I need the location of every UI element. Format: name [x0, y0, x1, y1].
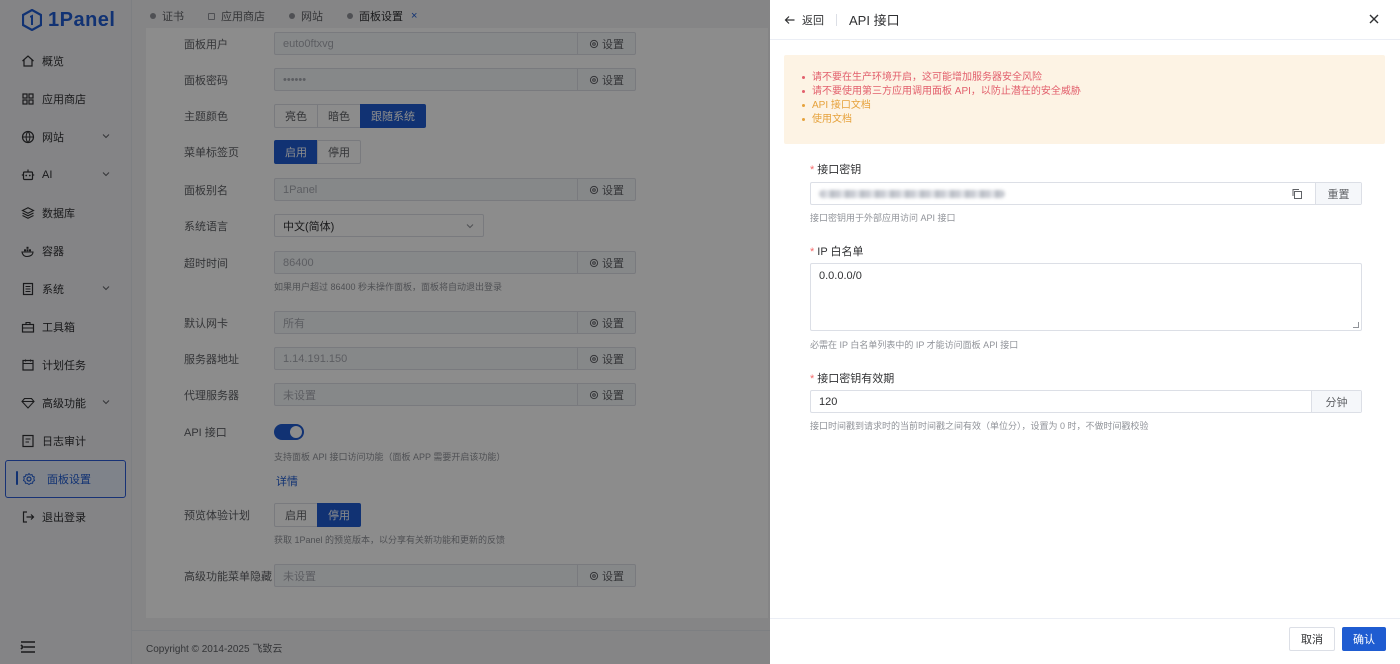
warning-alert: 请不要在生产环境开启，这可能增加服务器安全风险 请不要使用第三方应用调用面板 A… [784, 55, 1385, 144]
alert-item: 请不要在生产环境开启，这可能增加服务器安全风险 [802, 71, 1385, 85]
ip-whitelist-textarea[interactable]: 0.0.0.0/0 [810, 263, 1362, 331]
api-key-value-blurred [819, 189, 1005, 198]
drawer-footer: 取消 确认 [770, 618, 1400, 664]
drawer-title: API 接口 [849, 13, 900, 28]
validity-unit: 分钟 [1311, 391, 1361, 412]
label-text: 接口密钥有效期 [817, 373, 895, 385]
validity-hint: 接口时间戳到请求时的当前时间戳之间有效（单位分），设置为 0 时，不做时间戳校验 [810, 421, 1149, 431]
back-label: 返回 [802, 14, 824, 27]
confirm-button[interactable]: 确认 [1342, 627, 1386, 651]
resize-handle-icon[interactable] [1353, 322, 1359, 328]
api-key-label: * 接口密钥 [810, 161, 861, 177]
required-mark: * [810, 246, 815, 258]
modal-overlay[interactable] [0, 0, 770, 664]
reset-key-button[interactable]: 重置 [1315, 183, 1361, 204]
validity-label: * 接口密钥有效期 [810, 370, 894, 386]
required-mark: * [810, 373, 815, 385]
api-doc-link[interactable]: API 接口文档 [802, 99, 1385, 113]
arrow-left-icon [784, 15, 795, 24]
back-button[interactable]: 返回 [784, 12, 824, 28]
drawer-header: 返回 API 接口 [770, 0, 1400, 40]
copy-icon[interactable] [1291, 188, 1303, 200]
label-text: 接口密钥 [817, 164, 862, 176]
required-mark: * [810, 164, 815, 176]
close-icon[interactable] [1368, 13, 1380, 25]
api-drawer: 返回 API 接口 请不要在生产环境开启，这可能增加服务器安全风险 请不要使用第… [770, 0, 1400, 664]
header-divider [836, 13, 837, 26]
validity-value: 120 [819, 395, 838, 408]
textarea-value: 0.0.0.0/0 [819, 270, 862, 282]
usage-doc-link[interactable]: 使用文档 [802, 113, 1385, 127]
label-text: IP 白名单 [817, 246, 864, 258]
api-key-field[interactable]: 重置 [810, 182, 1362, 205]
validity-input[interactable]: 120 分钟 [810, 390, 1362, 413]
cancel-button[interactable]: 取消 [1289, 627, 1335, 651]
ip-whitelist-label: * IP 白名单 [810, 243, 864, 259]
api-key-hint: 接口密钥用于外部应用访问 API 接口 [810, 213, 956, 223]
alert-item: 请不要使用第三方应用调用面板 API，以防止潜在的安全威胁 [802, 85, 1385, 99]
ip-whitelist-hint: 必需在 IP 白名单列表中的 IP 才能访问面板 API 接口 [810, 340, 1019, 350]
